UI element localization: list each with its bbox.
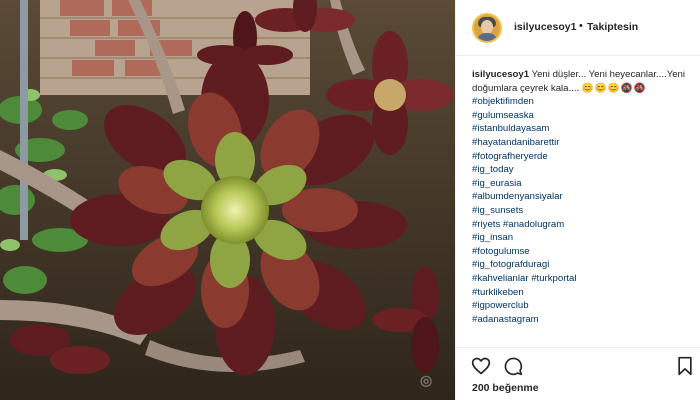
post-side-panel: isilyucesoy1 • Takiptesin isilyucesoy1 Y… bbox=[455, 0, 700, 400]
post-caption: isilyucesoy1 Yeni düşler... Yeni heyecan… bbox=[472, 68, 694, 326]
hashtag-link[interactable]: #gulumseaska bbox=[472, 109, 694, 123]
hashtag-link[interactable]: #istanbuldayasam bbox=[472, 122, 694, 136]
caption-username[interactable]: isilyucesoy1 bbox=[472, 69, 529, 80]
hashtag-link[interactable]: #igpowerclub bbox=[472, 299, 694, 313]
comment-bubble-icon[interactable] bbox=[503, 356, 523, 376]
heart-icon[interactable] bbox=[471, 356, 491, 376]
hashtag-link[interactable]: #objektifimden bbox=[472, 95, 694, 109]
svg-text:◎: ◎ bbox=[420, 372, 432, 388]
bookmark-icon[interactable] bbox=[675, 356, 695, 376]
hashtag-link[interactable]: #ig_eurasia bbox=[472, 177, 694, 191]
hashtag-link[interactable]: #ig_insan bbox=[472, 231, 694, 245]
post-photo[interactable]: ◎ bbox=[0, 0, 455, 400]
hashtag-link[interactable]: #fotografheryerde bbox=[472, 150, 694, 164]
succulent-photo: ◎ bbox=[0, 0, 455, 400]
hashtag-link[interactable]: #riyets #anadolugram bbox=[472, 218, 694, 232]
hashtag-link[interactable]: #adanastagram bbox=[472, 313, 694, 327]
caption-emoji: 😊😊😊🚳🚳 bbox=[581, 82, 647, 94]
post-actions: 200 beğenme bbox=[456, 347, 700, 400]
following-button[interactable]: Takiptesin bbox=[587, 21, 638, 33]
username-link[interactable]: isilyucesoy1 bbox=[514, 21, 576, 33]
hashtag-link[interactable]: #turklikeben bbox=[472, 286, 694, 300]
hashtag-link[interactable]: #ig_today bbox=[472, 163, 694, 177]
separator-dot: • bbox=[579, 20, 583, 32]
hashtag-link[interactable]: #ig_fotografduragi bbox=[472, 258, 694, 272]
instagram-post: ◎ isilyucesoy1 • Takiptesin isilyucesoy1… bbox=[0, 0, 700, 400]
hashtag-link[interactable]: #ig_sunsets bbox=[472, 204, 694, 218]
avatar[interactable] bbox=[472, 13, 502, 43]
hashtag-link[interactable]: #albumdenyansiyalar bbox=[472, 190, 694, 204]
hashtag-link[interactable]: #kahvelianlar #turkportal bbox=[472, 272, 694, 286]
likes-count[interactable]: 200 beğenme bbox=[472, 382, 539, 394]
hashtag-link[interactable]: #fotogulumse bbox=[472, 245, 694, 259]
hashtag-link[interactable]: #hayatandanibarettir bbox=[472, 136, 694, 150]
post-header: isilyucesoy1 • Takiptesin bbox=[456, 0, 700, 56]
